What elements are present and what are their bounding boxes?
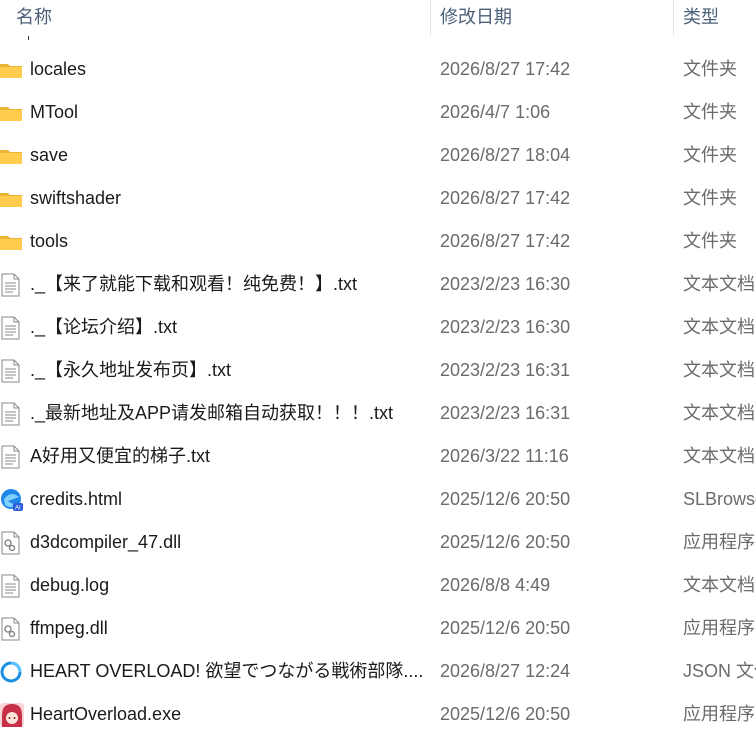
file-type: 应用程序扩展 — [683, 532, 756, 552]
file-name: ._【来了就能下载和观看！纯免费！】.txt — [30, 274, 358, 294]
folder-icon — [0, 230, 24, 254]
file-type: 文本文档 — [683, 360, 755, 380]
file-name: swiftshader — [30, 188, 122, 208]
file-type: 应用程序 — [683, 704, 755, 724]
text-file-icon — [0, 445, 24, 469]
text-file-icon — [0, 273, 24, 297]
json-file-icon — [0, 660, 24, 684]
svg-text:AI: AI — [15, 506, 21, 512]
file-name: locales — [30, 59, 87, 79]
file-type: 文本文档 — [683, 274, 755, 294]
partial-row — [0, 36, 756, 48]
file-type: 文本文档 — [683, 446, 755, 466]
file-modified-date: 2026/8/27 17:42 — [440, 59, 571, 79]
column-header-type[interactable]: 类型 — [683, 0, 756, 36]
partial-row-fragment — [28, 36, 32, 40]
text-file-icon — [0, 359, 24, 383]
file-row[interactable]: MTool 2026/4/7 1:06 文件夹 — [0, 91, 756, 134]
file-modified-date: 2026/3/22 11:16 — [440, 446, 569, 466]
file-type: 应用程序扩展 — [683, 618, 756, 638]
file-type: 文件夹 — [683, 231, 737, 251]
dll-file-icon — [0, 531, 24, 555]
file-name: tools — [30, 231, 69, 251]
file-row[interactable]: tools 2026/8/27 17:42 文件夹 — [0, 220, 756, 263]
file-name: credits.html — [30, 489, 123, 509]
text-file-icon — [0, 574, 24, 598]
file-row[interactable]: ._【来了就能下载和观看！纯免费！】.txt 2023/2/23 16:30 文… — [0, 263, 756, 306]
file-row[interactable]: ._【论坛介绍】.txt 2023/2/23 16:30 文本文档 — [0, 306, 756, 349]
file-name: A好用又便宜的梯子.txt — [30, 446, 211, 466]
file-modified-date: 2023/2/23 16:30 — [440, 317, 571, 337]
file-name: HeartOverload.exe — [30, 704, 182, 724]
file-modified-date: 2025/12/6 20:50 — [440, 618, 571, 638]
file-type: 文本文档 — [683, 317, 755, 337]
text-file-icon — [0, 316, 24, 340]
file-row[interactable]: ._【永久地址发布页】.txt 2023/2/23 16:31 文本文档 — [0, 349, 756, 392]
file-name: d3dcompiler_47.dll — [30, 532, 182, 552]
file-modified-date: 2025/12/6 20:50 — [440, 489, 571, 509]
file-row[interactable]: A好用又便宜的梯子.txt 2026/3/22 11:16 文本文档 — [0, 435, 756, 478]
file-list: locales 2026/8/27 17:42 文件夹 MTool 2026/4… — [0, 48, 756, 736]
file-name: HEART OVERLOAD! 欲望でつながる戦術部隊.... — [30, 661, 424, 681]
file-name: save — [30, 145, 69, 165]
file-modified-date: 2026/8/27 17:42 — [440, 188, 571, 208]
file-type: 文件夹 — [683, 102, 737, 122]
column-header-date[interactable]: 修改日期 — [440, 0, 670, 36]
file-row[interactable]: HeartOverload.exe 2025/12/6 20:50 应用程序 — [0, 693, 756, 736]
file-type: SLBrowser — [683, 489, 756, 509]
file-row[interactable]: AI credits.html 2025/12/6 20:50 SLBrowse… — [0, 478, 756, 521]
file-row[interactable]: swiftshader 2026/8/27 17:42 文件夹 — [0, 177, 756, 220]
app-exe-icon — [0, 703, 24, 727]
file-modified-date: 2023/2/23 16:31 — [440, 360, 571, 380]
file-modified-date: 2025/12/6 20:50 — [440, 704, 571, 724]
column-header-bar: 名称 修改日期 类型 — [0, 0, 756, 36]
folder-icon — [0, 101, 24, 125]
file-row[interactable]: ffmpeg.dll 2025/12/6 20:50 应用程序扩展 — [0, 607, 756, 650]
browser-html-icon: AI — [0, 488, 24, 512]
file-modified-date: 2023/2/23 16:31 — [440, 403, 571, 423]
file-type: 文本文档 — [683, 575, 755, 595]
file-name: ._【论坛介绍】.txt — [30, 317, 178, 337]
file-row[interactable]: save 2026/8/27 18:04 文件夹 — [0, 134, 756, 177]
file-row[interactable]: locales 2026/8/27 17:42 文件夹 — [0, 48, 756, 91]
file-row[interactable]: HEART OVERLOAD! 欲望でつながる戦術部隊.... 2026/8/2… — [0, 650, 756, 693]
file-modified-date: 2026/8/27 12:24 — [440, 661, 571, 681]
column-divider[interactable] — [430, 0, 431, 36]
file-name: debug.log — [30, 575, 110, 595]
text-file-icon — [0, 402, 24, 426]
column-divider[interactable] — [673, 0, 674, 36]
file-modified-date: 2026/8/27 17:42 — [440, 231, 571, 251]
file-name: ._【永久地址发布页】.txt — [30, 360, 232, 380]
file-type: JSON 文件 — [683, 661, 756, 681]
file-modified-date: 2026/8/8 4:49 — [440, 575, 551, 595]
folder-icon — [0, 58, 24, 82]
file-name: ._最新地址及APP请发邮箱自动获取！！！.txt — [30, 403, 394, 423]
file-modified-date: 2026/4/7 1:06 — [440, 102, 551, 122]
file-row[interactable]: d3dcompiler_47.dll 2025/12/6 20:50 应用程序扩… — [0, 521, 756, 564]
column-header-name[interactable]: 名称 — [16, 0, 426, 36]
file-modified-date: 2023/2/23 16:30 — [440, 274, 571, 294]
file-type: 文件夹 — [683, 188, 737, 208]
file-name: ffmpeg.dll — [30, 618, 108, 638]
file-name: MTool — [30, 102, 79, 122]
file-modified-date: 2026/8/27 18:04 — [440, 145, 571, 165]
file-type: 文本文档 — [683, 403, 755, 423]
file-row[interactable]: debug.log 2026/8/8 4:49 文本文档 — [0, 564, 756, 607]
file-type: 文件夹 — [683, 59, 737, 79]
folder-icon — [0, 144, 24, 168]
dll-file-icon — [0, 617, 24, 641]
file-modified-date: 2025/12/6 20:50 — [440, 532, 571, 552]
folder-icon — [0, 187, 24, 211]
file-type: 文件夹 — [683, 145, 737, 165]
file-row[interactable]: ._最新地址及APP请发邮箱自动获取！！！.txt 2023/2/23 16:3… — [0, 392, 756, 435]
file-explorer: 名称 修改日期 类型 locales 2026/8/27 17:42 文件夹 M… — [0, 0, 756, 738]
